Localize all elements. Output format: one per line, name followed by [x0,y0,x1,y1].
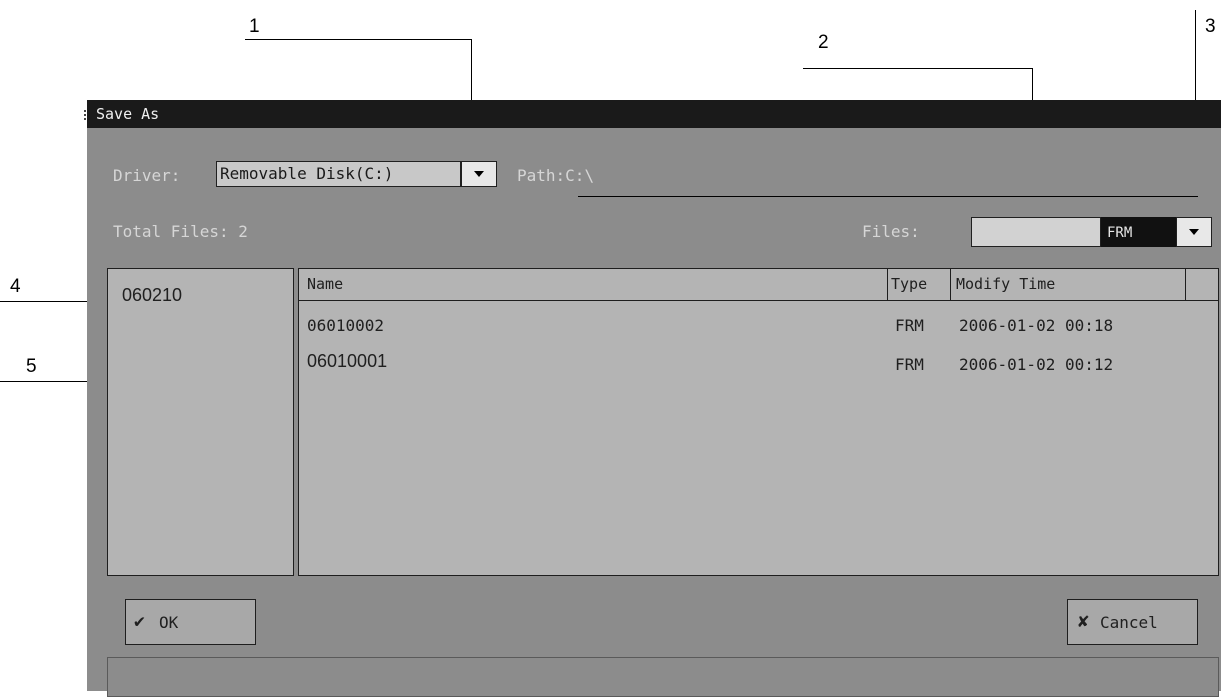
files-label: Files: [862,222,920,241]
driver-value: Removable Disk(C:) [220,164,394,183]
path-label: Path:C:\ [517,166,595,185]
ok-button[interactable]: ✔ OK [125,599,256,645]
file-name: 06010002 [307,316,385,335]
table-row[interactable]: 06010001 FRM 2006-01-02 00:12 [299,351,1218,375]
ok-label: OK [159,613,179,632]
driver-label: Driver: [113,166,181,185]
filename-input[interactable] [971,217,1101,247]
checkmark-icon: ✔ [134,611,145,632]
file-type: FRM [895,316,924,335]
file-modify-time: 2006-01-02 00:18 [959,316,1114,335]
file-list-header: Name Type Modify Time [299,269,1218,301]
file-modify-time: 2006-01-02 00:12 [959,355,1114,374]
column-header-type[interactable]: Type [891,269,927,299]
total-files-label: Total Files: 2 [113,222,248,241]
file-name: 06010001 [307,351,388,371]
filetype-dropdown-button[interactable] [1176,217,1212,247]
cancel-button[interactable]: ✘ Cancel [1067,599,1198,645]
driver-select[interactable]: Removable Disk(C:) [216,161,461,187]
table-row[interactable]: 06010002 FRM 2006-01-02 00:18 [299,314,1218,338]
path-value: C:\ [565,166,595,185]
column-header-modify-time[interactable]: Modify Time [956,269,1055,299]
save-as-dialog: Save As Driver: Removable Disk(C:) Path:… [84,100,1221,697]
filetype-select[interactable]: FRM [1101,217,1176,247]
triangle-down-icon [1189,229,1199,235]
cancel-label: Cancel [1100,613,1158,632]
file-list-panel: Name Type Modify Time 06010002 FRM 2006-… [298,268,1219,576]
path-field-underline [578,196,1198,197]
callout-3: 3 [1205,16,1216,37]
title-bar[interactable]: Save As [84,100,1221,128]
x-mark-icon: ✘ [1078,611,1089,632]
column-divider[interactable] [887,269,888,300]
callout-2-line [803,68,1033,69]
column-header-name[interactable]: Name [307,269,343,299]
folder-item[interactable]: 060210 [122,285,182,305]
status-bar [107,657,1219,697]
folder-panel: 060210 [107,268,294,576]
file-type: FRM [895,355,924,374]
callout-1-line [245,39,472,40]
callout-5: 5 [26,356,37,377]
callout-2: 2 [818,32,829,53]
column-divider[interactable] [950,269,951,300]
triangle-down-icon [474,171,484,177]
driver-dropdown-button[interactable] [461,161,497,187]
grip-icon [84,110,88,120]
column-divider[interactable] [1185,269,1186,300]
dialog-title: Save As [96,105,160,123]
callout-1: 1 [249,16,260,37]
filetype-value: FRM [1107,225,1133,241]
callout-4: 4 [10,276,21,297]
